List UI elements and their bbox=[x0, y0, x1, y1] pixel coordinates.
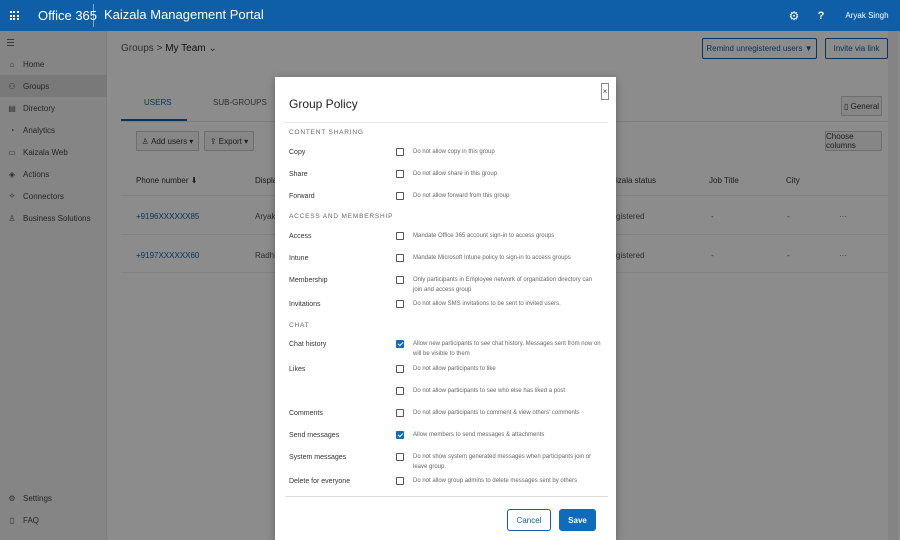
app-launcher-icon[interactable] bbox=[0, 0, 28, 31]
policy-description: Do not allow participants to like bbox=[413, 366, 496, 372]
policy-description: Do not allow copy in this group bbox=[413, 149, 495, 155]
policy-description: Do not allow forward from this group bbox=[413, 193, 510, 199]
user-name[interactable]: Aryak Singh bbox=[834, 0, 900, 31]
policy-label: Invitations bbox=[289, 301, 321, 308]
policy-checkbox-checked[interactable] bbox=[396, 340, 404, 348]
dialog-title: Group Policy bbox=[289, 97, 358, 111]
policy-label: Forward bbox=[289, 193, 315, 200]
policy-label: Comments bbox=[289, 410, 323, 417]
policy-description: Only participants in Employee network of… bbox=[413, 277, 593, 293]
policy-label: Share bbox=[289, 171, 308, 178]
policy-description: Do not allow share in this group bbox=[413, 171, 498, 177]
save-button[interactable]: Save bbox=[559, 509, 596, 531]
policy-label: Copy bbox=[289, 149, 306, 156]
policy-description: Allow members to send messages & attachm… bbox=[413, 432, 545, 438]
policy-checkbox[interactable] bbox=[396, 477, 404, 485]
gear-icon[interactable]: ⚙ bbox=[780, 0, 808, 31]
close-icon[interactable]: × bbox=[601, 83, 609, 100]
policy-checkbox[interactable] bbox=[396, 300, 404, 308]
policy-checkbox[interactable] bbox=[396, 365, 404, 373]
divider bbox=[93, 4, 94, 27]
policy-label: Membership bbox=[289, 277, 328, 284]
divider bbox=[285, 496, 608, 497]
policy-label: Chat history bbox=[289, 341, 327, 348]
cancel-button[interactable]: Cancel bbox=[507, 509, 551, 531]
policy-description: Do not allow participants to comment & v… bbox=[413, 410, 580, 416]
policy-checkbox[interactable] bbox=[396, 387, 404, 395]
policy-description: Do not allow participants to see who els… bbox=[413, 388, 566, 394]
policy-label: Send messages bbox=[289, 432, 340, 439]
policy-label: Access bbox=[289, 233, 312, 240]
policy-checkbox[interactable] bbox=[396, 409, 404, 417]
portal-title: Kaizala Management Portal bbox=[104, 7, 264, 22]
policy-checkbox[interactable] bbox=[396, 254, 404, 262]
policy-description: Mandate Office 365 account sign-in to ac… bbox=[413, 233, 555, 239]
policy-checkbox[interactable] bbox=[396, 170, 404, 178]
policy-label: Intune bbox=[289, 255, 309, 262]
policy-checkbox-checked[interactable] bbox=[396, 431, 404, 439]
policy-label: System messages bbox=[289, 454, 347, 461]
policy-label: Delete for everyone bbox=[289, 478, 351, 485]
policy-checkbox[interactable] bbox=[396, 276, 404, 284]
policy-description: Do not allow SMS invitations to be sent … bbox=[413, 301, 561, 307]
policy-description: Mandate Microsoft Intune policy to sign-… bbox=[413, 255, 571, 261]
group-policy-dialog: Group Policy × CONTENT SHARING Copy Do n… bbox=[275, 77, 616, 540]
policy-description: Allow new participants to see chat histo… bbox=[413, 341, 601, 357]
section-access-membership: ACCESS AND MEMBERSHIP bbox=[289, 213, 394, 220]
top-bar: Office 365 Kaizala Management Portal ⚙ ?… bbox=[0, 0, 900, 31]
policy-checkbox[interactable] bbox=[396, 192, 404, 200]
section-content-sharing: CONTENT SHARING bbox=[289, 129, 364, 136]
divider bbox=[285, 122, 608, 123]
policy-label: Likes bbox=[289, 366, 306, 373]
policy-checkbox[interactable] bbox=[396, 232, 404, 240]
help-icon[interactable]: ? bbox=[808, 0, 834, 31]
policy-description: Do not allow group admins to delete mess… bbox=[413, 478, 578, 484]
app-name[interactable]: Office 365 bbox=[38, 8, 97, 23]
section-chat: CHAT bbox=[289, 322, 310, 329]
policy-description: Do not show system generated messages wh… bbox=[413, 454, 592, 470]
policy-checkbox[interactable] bbox=[396, 148, 404, 156]
policy-checkbox[interactable] bbox=[396, 453, 404, 461]
